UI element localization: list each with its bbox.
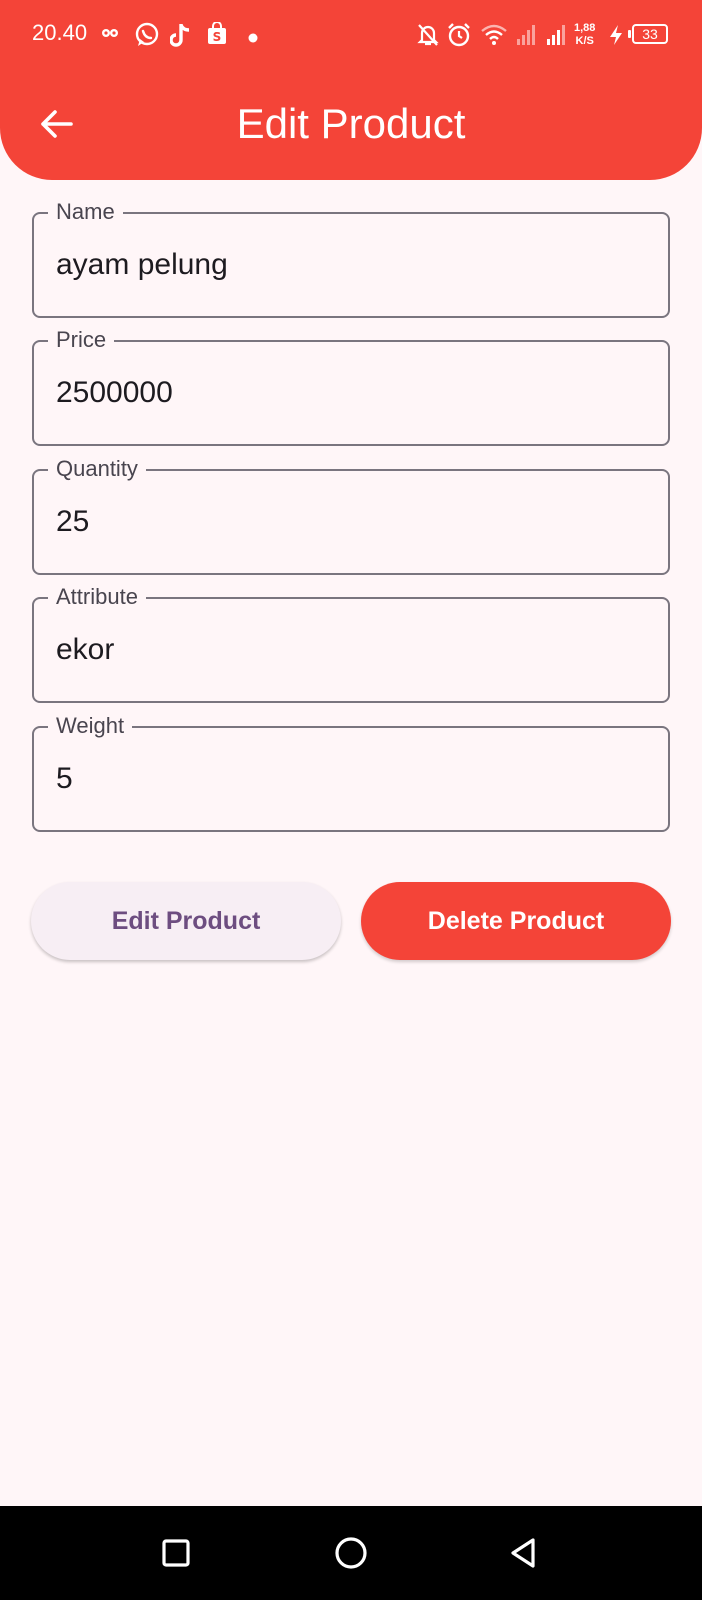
whatsapp-icon [134,22,160,53]
weight-field[interactable]: Weight 5 [32,713,670,832]
shopping-bag-icon: S [206,21,228,51]
infinity-icon [100,26,120,45]
quantity-field-value[interactable]: 25 [56,503,89,541]
signal-icon [516,22,538,51]
quantity-field-label: Quantity [48,456,146,482]
weight-field-label: Weight [48,713,133,739]
quantity-field[interactable]: Quantity 25 [32,456,670,575]
edit-product-button[interactable]: Edit Product [31,882,341,960]
attribute-field[interactable]: Attribute ekor [32,584,670,703]
weight-field-value[interactable]: 5 [56,760,73,798]
svg-text:S: S [213,30,222,44]
recents-button[interactable] [151,1528,201,1578]
name-field-value[interactable]: ayam pelung [56,246,228,284]
triangle-back-icon [511,1538,535,1568]
back-nav-button[interactable] [498,1528,548,1578]
page-title: Edit Product [236,100,466,147]
name-field[interactable]: Name ayam pelung [32,199,670,318]
bell-off-icon [416,22,440,53]
circle-icon [335,1537,367,1569]
attribute-field-value[interactable]: ekor [56,631,114,669]
status-time: 20.40 [32,20,88,45]
name-field-label: Name [48,199,123,225]
price-field-label: Price [48,327,115,353]
delete-product-button[interactable]: Delete Product [361,882,671,960]
wifi-icon [480,22,508,51]
network-speed: 1,88 K/S [574,22,595,48]
dot-icon [248,30,258,48]
navigation-bar [0,1506,702,1600]
charging-icon [608,24,624,51]
tiktok-icon [169,22,192,53]
alarm-icon [446,22,472,53]
square-icon [162,1539,190,1567]
network-speed-value: 1,88 [574,22,596,34]
status-bar: 20.40 S 1,88 K/S 33 [0,0,702,72]
battery-icon: 33 [628,24,668,44]
network-speed-unit: K/S [575,35,594,47]
price-field-value[interactable]: 2500000 [56,374,173,412]
attribute-field-label: Attribute [48,584,146,610]
signal-icon [546,22,568,51]
home-button[interactable] [326,1528,376,1578]
price-field[interactable]: Price 2500000 [32,327,670,446]
